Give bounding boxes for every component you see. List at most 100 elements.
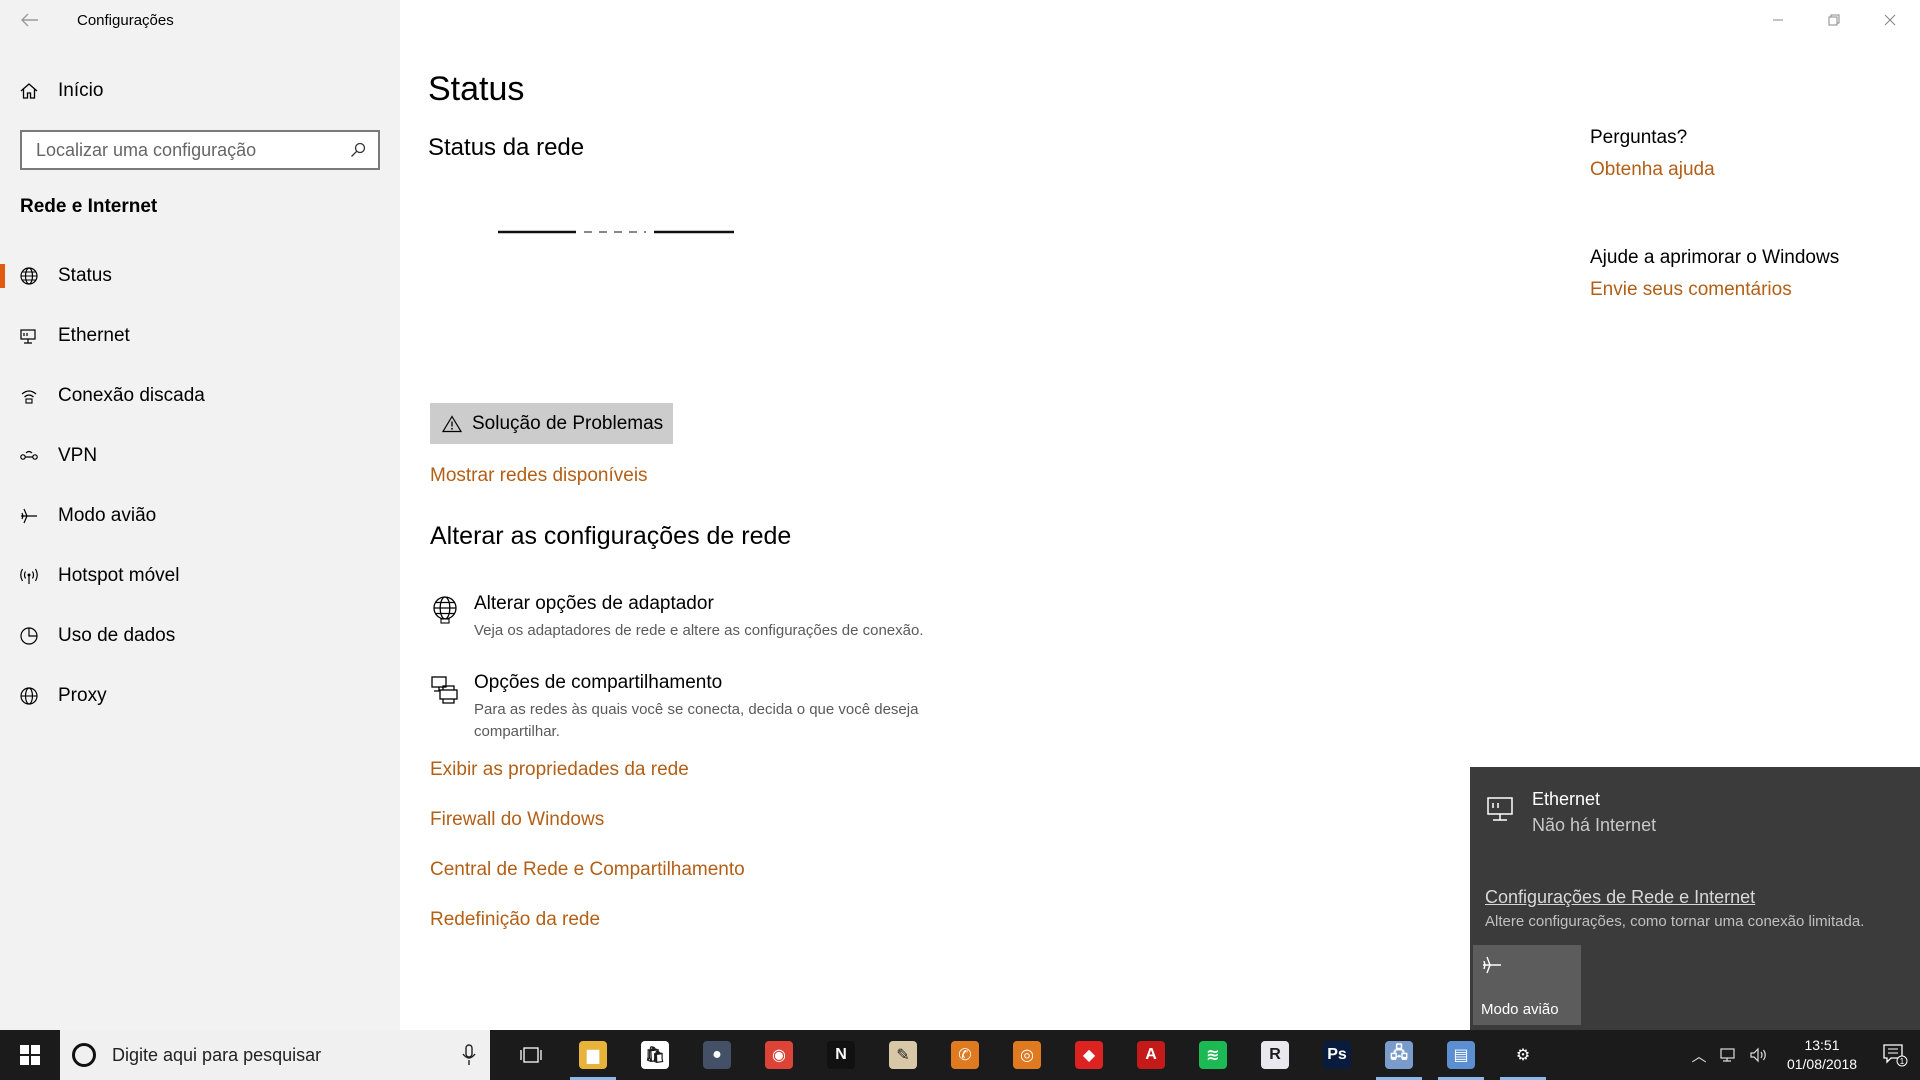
tray-volume-icon[interactable] [1744, 1047, 1774, 1063]
taskbar-app-settings-app[interactable]: ⚙ [1492, 1030, 1554, 1080]
section-title: Rede e Internet [20, 196, 158, 217]
netflix-icon: N [827, 1041, 855, 1069]
improve-section: Ajude a aprimorar o Windows Envie seus c… [1590, 247, 1839, 301]
photoshop-icon: Ps [1323, 1041, 1351, 1069]
sidebar-item-label: Status [58, 265, 112, 286]
troubleshoot-button[interactable]: Solução de Problemas [430, 403, 673, 444]
taskbar-app-control-panel[interactable]: ▤ [1430, 1030, 1492, 1080]
revit-icon: R [1261, 1041, 1289, 1069]
taskbar-app-sketchup[interactable]: ◆ [1058, 1030, 1120, 1080]
spotify-icon: ≋ [1199, 1041, 1227, 1069]
sketchup-icon: ◆ [1075, 1041, 1103, 1069]
option-title: Opções de compartilhamento [474, 672, 723, 693]
taskbar-app-revit[interactable]: R [1244, 1030, 1306, 1080]
network-reset-link[interactable]: Redefinição da rede [430, 909, 600, 931]
chrome-icon: ◉ [765, 1041, 793, 1069]
instagram-icon: ◎ [1013, 1041, 1041, 1069]
home-icon [20, 83, 38, 99]
globe-icon [433, 596, 457, 624]
questions-section: Perguntas? Obtenha ajuda [1590, 127, 1715, 181]
network-sharing-center-link[interactable]: Central de Rede e Compartilhamento [430, 859, 745, 881]
taskbar-clock[interactable]: 13:51 01/08/2018 [1774, 1036, 1870, 1074]
page-title: Status [428, 70, 525, 108]
show-networks-link[interactable]: Mostrar redes disponíveis [430, 465, 648, 487]
sidebar-item-label: VPN [58, 445, 98, 466]
network-settings-link[interactable]: Configurações de Rede e Internet [1485, 887, 1755, 908]
sidebar-item-proxy[interactable]: Proxy [0, 666, 400, 726]
search-icon[interactable] [350, 142, 366, 158]
back-button[interactable] [0, 0, 60, 40]
network-status-title: Status da rede [428, 134, 585, 161]
home-item[interactable]: Início [0, 72, 400, 110]
file-explorer-icon: ▆ [579, 1041, 607, 1069]
globe-icon [20, 267, 38, 285]
taskbar-app-netflix[interactable]: N [810, 1030, 872, 1080]
tray-chevron-up-icon[interactable]: ︿ [1684, 1045, 1714, 1066]
sidebar-item-label: Hotspot móvel [58, 565, 180, 586]
improve-title: Ajude a aprimorar o Windows [1590, 247, 1840, 268]
home-label: Início [58, 80, 104, 101]
sharing-options[interactable]: Opções de compartilhamento Para as redes… [430, 672, 974, 743]
search-input[interactable] [36, 139, 350, 161]
network-settings-desc: Altere configurações, como tornar uma co… [1485, 913, 1865, 930]
network-status-diagram [498, 230, 734, 234]
action-center-button[interactable]: 1 [1870, 1043, 1920, 1067]
questions-title: Perguntas? [1590, 127, 1688, 148]
get-help-link[interactable]: Obtenha ajuda [1590, 159, 1715, 181]
settings-app-icon: ⚙ [1509, 1041, 1537, 1069]
flyout-ethernet-item[interactable]: Ethernet Não há Internet [1486, 789, 1656, 836]
cortana-icon [72, 1043, 96, 1067]
adapter-options[interactable]: Alterar opções de adaptador Veja os adap… [430, 593, 974, 642]
taskbar-app-paint[interactable]: ✎ [872, 1030, 934, 1080]
system-tray: ︿ 13:51 01/08/2018 1 [1684, 1030, 1920, 1080]
taskbar-app-network-app[interactable]: 🖧 [1368, 1030, 1430, 1080]
airplane-mode-label: Modo avião [1481, 1001, 1559, 1018]
titlebar: Configurações [0, 0, 174, 40]
paint-icon: ✎ [889, 1041, 917, 1069]
network-properties-link[interactable]: Exibir as propriedades da rede [430, 759, 689, 781]
dialup-icon [21, 390, 37, 404]
network-flyout: Ethernet Não há Internet Configurações d… [1470, 767, 1920, 1030]
sidebar-item-ethernet[interactable]: Ethernet [0, 306, 400, 366]
taskbar-app-autocad[interactable]: A [1120, 1030, 1182, 1080]
windows-logo-icon [20, 1045, 40, 1065]
sidebar-item-vpn[interactable]: VPN [0, 426, 400, 486]
option-title: Alterar opções de adaptador [474, 593, 714, 614]
control-panel-icon: ▤ [1447, 1041, 1475, 1069]
change-settings-title: Alterar as configurações de rede [430, 522, 792, 550]
taskbar-app-file-explorer[interactable]: ▆ [562, 1030, 624, 1080]
taskbar-app-photoshop[interactable]: Ps [1306, 1030, 1368, 1080]
taskbar-app-chrome[interactable]: ◉ [748, 1030, 810, 1080]
store-icon: 🛍 [641, 1041, 669, 1069]
sidebar-item-label: Conexão discada [58, 385, 205, 406]
feedback-link[interactable]: Envie seus comentários [1590, 279, 1839, 301]
microphone-icon[interactable] [462, 1044, 476, 1066]
windows-firewall-link[interactable]: Firewall do Windows [430, 809, 604, 831]
warning-icon [442, 414, 462, 432]
start-button[interactable] [0, 1030, 60, 1080]
sidebar-item-hotspot[interactable]: Hotspot móvel [0, 546, 400, 606]
taskbar-app-store[interactable]: 🛍 [624, 1030, 686, 1080]
sidebar-item-status[interactable]: Status [0, 246, 400, 306]
option-desc: Veja os adaptadores de rede e altere as … [474, 622, 924, 639]
taskbar-app-whatsapp[interactable]: ✆ [934, 1030, 996, 1080]
taskbar-search[interactable]: Digite aqui para pesquisar [60, 1030, 490, 1080]
taskbar-app-globe-app[interactable]: ● [686, 1030, 748, 1080]
tray-network-icon[interactable] [1714, 1047, 1744, 1063]
sidebar-item-dialup[interactable]: Conexão discada [0, 366, 400, 426]
network-app-icon: 🖧 [1385, 1041, 1413, 1069]
autocad-icon: A [1137, 1041, 1165, 1069]
taskbar-app-spotify[interactable]: ≋ [1182, 1030, 1244, 1080]
task-view-button[interactable] [500, 1030, 562, 1080]
settings-search[interactable] [20, 130, 380, 170]
taskbar-app-instagram[interactable]: ◎ [996, 1030, 1058, 1080]
task-view-icon [520, 1047, 542, 1063]
sidebar-item-airplane[interactable]: Modo avião [0, 486, 400, 546]
clock-time: 13:51 [1804, 1037, 1840, 1053]
sidebar-item-data-usage[interactable]: Uso de dados [0, 606, 400, 666]
airplane-mode-tile[interactable]: Modo avião [1473, 945, 1581, 1025]
ethernet-icon [1487, 797, 1513, 821]
back-arrow-icon [21, 13, 38, 27]
whatsapp-icon: ✆ [951, 1041, 979, 1069]
globe-icon [20, 687, 38, 705]
